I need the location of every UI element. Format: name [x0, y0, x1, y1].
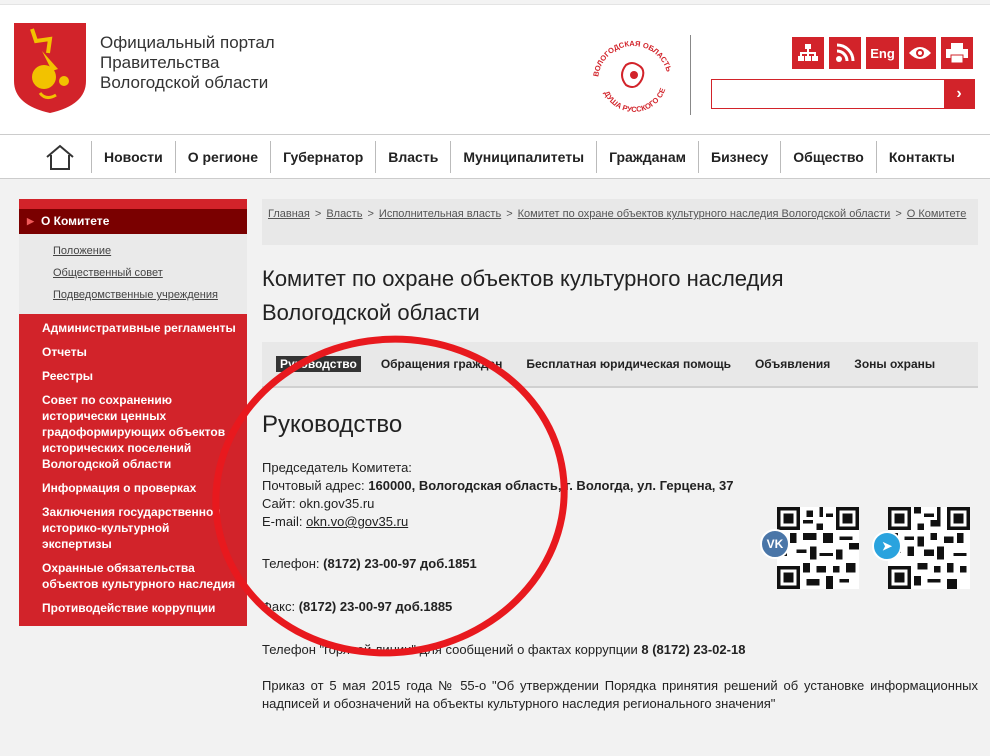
- page-title-line2: Вологодской области: [262, 300, 480, 325]
- sidebar-subitem-subordinate[interactable]: Подведомственные учреждения: [19, 284, 247, 306]
- sidebar-menu: Административные регламенты Отчеты Реест…: [19, 314, 247, 626]
- sitemap-icon[interactable]: [792, 37, 824, 69]
- sidebar-subitem-regulations[interactable]: Положение: [19, 240, 247, 262]
- breadcrumb-separator: >: [506, 208, 513, 220]
- breadcrumb-committee[interactable]: Комитет по охране объектов культурного н…: [518, 208, 891, 220]
- main-content: Главная > Власть > Исполнительная власть > Ком…: [262, 199, 978, 711]
- hotline-value: 8 (8172) 23-02-18: [641, 642, 746, 657]
- search-input[interactable]: [712, 80, 944, 108]
- sidebar-item-council[interactable]: Совет по сохранению исторически ценных г…: [19, 388, 247, 476]
- phone-label: Телефон:: [262, 556, 320, 571]
- nav-item-municipalities[interactable]: Муниципалитеты: [450, 141, 596, 173]
- sidebar-item-about-committee[interactable]: ▶ О Комитете: [19, 209, 247, 234]
- phone-line: Телефон: (8172) 23-00-97 доб.1851: [262, 555, 782, 573]
- tab-free-legal-aid[interactable]: Бесплатная юридическая помощь: [522, 356, 735, 372]
- portal-title[interactable]: Официальный портал Правительства Вологод…: [100, 33, 310, 93]
- site-value: okn.gov35.ru: [299, 496, 375, 511]
- breadcrumb-executive[interactable]: Исполнительная власть: [379, 208, 501, 220]
- telegram-icon: ➤: [872, 531, 902, 561]
- sidebar-item-expertise[interactable]: Заключения государственной историко-куль…: [19, 500, 247, 556]
- sidebar-item-reports[interactable]: Отчеты: [19, 340, 247, 364]
- breadcrumb-authority[interactable]: Власть: [326, 208, 362, 220]
- breadcrumb-separator: >: [367, 208, 374, 220]
- rss-icon[interactable]: [829, 37, 861, 69]
- region-brand-seal: ВОЛОГОДСКАЯ ОБЛАСТЬ ДУША РУССКОГО СЕВЕРА: [588, 35, 674, 114]
- portal-title-line1: Официальный портал: [100, 33, 275, 52]
- section-title: Руководство: [262, 411, 403, 438]
- print-icon[interactable]: [941, 37, 973, 69]
- tab-protection-zones[interactable]: Зоны охраны: [850, 356, 939, 372]
- contact-info: Председатель Комитета: Почтовый адрес: 1…: [262, 459, 782, 616]
- nav-item-contacts[interactable]: Контакты: [875, 141, 967, 173]
- sidebar-top-bar: [19, 199, 247, 209]
- sidebar: ▶ О Комитете Положение Общественный сове…: [19, 199, 247, 626]
- hotline-info: Телефон "горячей линии" для сообщений о …: [262, 641, 978, 659]
- address-label: Почтовый адрес:: [262, 478, 365, 493]
- tab-announcements[interactable]: Объявления: [751, 356, 834, 372]
- portal-title-line2: Правительства: [100, 53, 220, 72]
- fax-label: Факс:: [262, 599, 296, 614]
- sidebar-item-anticorruption[interactable]: Противодействие коррупции: [19, 596, 247, 620]
- content-tabs: Руководство Обращения граждан Бесплатная…: [262, 342, 978, 388]
- chairman-label: Председатель Комитета:: [262, 460, 412, 475]
- accessibility-eye-icon[interactable]: [904, 37, 936, 69]
- order-text: Приказ от 5 мая 2015 года № 55-о "Об утв…: [262, 678, 978, 711]
- header-divider: [690, 35, 691, 115]
- fax-value: (8172) 23-00-97 доб.1885: [298, 599, 453, 614]
- sidebar-item-obligations[interactable]: Охранные обязательства объектов культурн…: [19, 556, 247, 596]
- english-version-icon[interactable]: Eng: [866, 37, 899, 69]
- main-navigation: Новости О регионе Губернатор Власть Муни…: [0, 135, 990, 179]
- breadcrumb-separator: >: [314, 208, 322, 220]
- sidebar-item-registers[interactable]: Реестры: [19, 364, 247, 388]
- portal-title-line3: Вологодской области: [100, 73, 269, 92]
- search-box: ›: [711, 79, 975, 109]
- coat-of-arms-emblem[interactable]: [12, 21, 88, 115]
- header-icon-bar: Eng: [792, 37, 973, 69]
- sidebar-submenu: Положение Общественный совет Подведомств…: [19, 234, 247, 314]
- address-line: Почтовый адрес: 160000, Вологодская обла…: [262, 477, 782, 495]
- hotline-text: Телефон "горячей линии" для сообщений о …: [262, 642, 638, 657]
- search-submit-button[interactable]: ›: [944, 80, 974, 108]
- address-value: 160000, Вологодская область, г. Вологда,…: [368, 478, 734, 493]
- breadcrumb-current[interactable]: О Комитете: [907, 208, 967, 220]
- breadcrumb-separator: >: [895, 208, 902, 220]
- sidebar-item-admin-regulations[interactable]: Административные регламенты: [19, 316, 247, 340]
- phone-value: (8172) 23-00-97 доб.1851: [323, 556, 477, 571]
- nav-item-citizens[interactable]: Гражданам: [596, 141, 698, 173]
- tab-citizen-appeals[interactable]: Обращения граждан: [377, 356, 507, 372]
- site-line: Сайт: okn.gov35.ru: [262, 495, 782, 513]
- triangle-right-icon: ▶: [27, 216, 34, 226]
- home-icon[interactable]: [30, 135, 90, 179]
- tab-leadership[interactable]: Руководство: [276, 356, 361, 372]
- nav-item-news[interactable]: Новости: [91, 141, 175, 173]
- page-title: Комитет по охране объектов культурного н…: [262, 262, 978, 330]
- nav-item-society[interactable]: Общество: [780, 141, 876, 173]
- vk-icon: VK: [760, 529, 790, 559]
- site-label: Сайт:: [262, 496, 296, 511]
- email-link[interactable]: okn.vo@gov35.ru: [306, 514, 408, 529]
- breadcrumb-home[interactable]: Главная: [268, 208, 310, 220]
- breadcrumb: Главная > Власть > Исполнительная власть > Ком…: [262, 199, 978, 245]
- nav-item-about-region[interactable]: О регионе: [174, 141, 270, 173]
- email-label: E-mail:: [262, 514, 303, 529]
- fax-line: Факс: (8172) 23-00-97 доб.1885: [262, 598, 782, 616]
- sidebar-subitem-public-council[interactable]: Общественный совет: [19, 262, 247, 284]
- nav-item-governor[interactable]: Губернатор: [270, 141, 375, 173]
- email-line: E-mail: okn.vo@gov35.ru: [262, 513, 782, 531]
- sidebar-item-inspections[interactable]: Информация о проверках: [19, 476, 247, 500]
- page-title-line1: Комитет по охране объектов культурного н…: [262, 266, 784, 291]
- site-header: Официальный портал Правительства Вологод…: [0, 5, 990, 135]
- sidebar-active-label: О Комитете: [41, 214, 110, 228]
- nav-item-authority[interactable]: Власть: [375, 141, 450, 173]
- nav-item-business[interactable]: Бизнесу: [698, 141, 780, 173]
